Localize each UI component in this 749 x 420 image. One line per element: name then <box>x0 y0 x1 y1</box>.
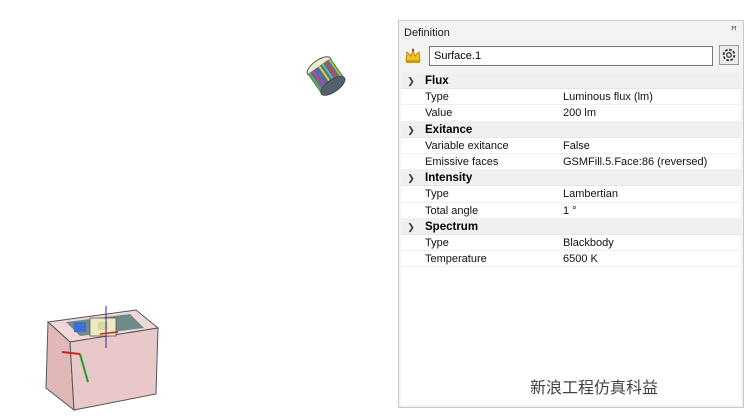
property-name: Total angle <box>425 204 479 217</box>
panel-header: Definition ꟸ <box>399 21 743 43</box>
panel-title: Definition <box>404 27 450 39</box>
category-label: Intensity <box>425 172 473 185</box>
settings-button[interactable] <box>719 45 739 65</box>
property-row[interactable]: Temperature 6500 K <box>401 251 741 268</box>
category-flux[interactable]: ❯ Flux <box>401 73 741 90</box>
property-row[interactable]: Value 200 lm <box>401 105 741 122</box>
gear-icon <box>722 48 736 62</box>
chevron-down-icon[interactable]: ❯ <box>405 170 417 186</box>
category-spectrum[interactable]: ❯ Spectrum <box>401 218 741 235</box>
property-row[interactable]: Type Luminous flux (lm) <box>401 89 741 106</box>
property-value[interactable]: Blackbody <box>563 235 614 251</box>
watermark: 新浪工程仿真科益 <box>530 378 659 397</box>
property-name: Value <box>425 107 453 120</box>
chevron-down-icon[interactable]: ❯ <box>405 73 417 89</box>
category-exitance[interactable]: ❯ Exitance <box>401 121 741 138</box>
source-name-input[interactable] <box>429 46 713 66</box>
property-name: Type <box>425 188 449 201</box>
property-name: Type <box>425 236 449 249</box>
3d-model[interactable] <box>40 292 162 414</box>
category-label: Exitance <box>425 123 473 136</box>
property-row[interactable]: Variable exitance False <box>401 138 741 154</box>
property-name: Temperature <box>425 253 487 266</box>
property-value[interactable]: 1 ° <box>563 203 577 219</box>
property-row[interactable]: Type Lambertian <box>401 186 741 203</box>
property-row[interactable]: Total angle 1 ° <box>401 203 741 219</box>
crown-icon <box>405 48 421 63</box>
name-row <box>399 45 743 69</box>
property-name: Emissive faces <box>425 155 499 168</box>
pin-icon[interactable]: ꟸ <box>731 24 737 37</box>
property-value[interactable]: Luminous flux (lm) <box>563 89 653 105</box>
category-intensity[interactable]: ❯ Intensity <box>401 170 741 187</box>
property-row[interactable]: Emissive faces GSMFill.5.Face:86 (revers… <box>401 154 741 171</box>
property-grid: ❯ Flux Type Luminous flux (lm) Value 200… <box>401 73 741 405</box>
property-value[interactable]: False <box>563 138 590 154</box>
property-value[interactable]: 200 lm <box>563 105 596 121</box>
property-value[interactable]: Lambertian <box>563 186 618 202</box>
light-source-cylinder[interactable] <box>296 50 356 102</box>
definition-panel: Definition ꟸ ❯ Flux Type Luminous flux (… <box>398 20 744 408</box>
category-label: Flux <box>425 75 449 87</box>
property-value[interactable]: 6500 K <box>563 251 598 267</box>
property-name: Variable exitance <box>425 139 509 152</box>
property-row[interactable]: Type Blackbody <box>401 235 741 252</box>
category-label: Spectrum <box>425 220 479 233</box>
property-name: Type <box>425 91 449 104</box>
property-value[interactable]: GSMFill.5.Face:86 (reversed) <box>563 154 707 170</box>
chevron-down-icon[interactable]: ❯ <box>405 122 417 138</box>
3d-viewport[interactable] <box>0 0 395 420</box>
chevron-down-icon[interactable]: ❯ <box>405 219 417 235</box>
